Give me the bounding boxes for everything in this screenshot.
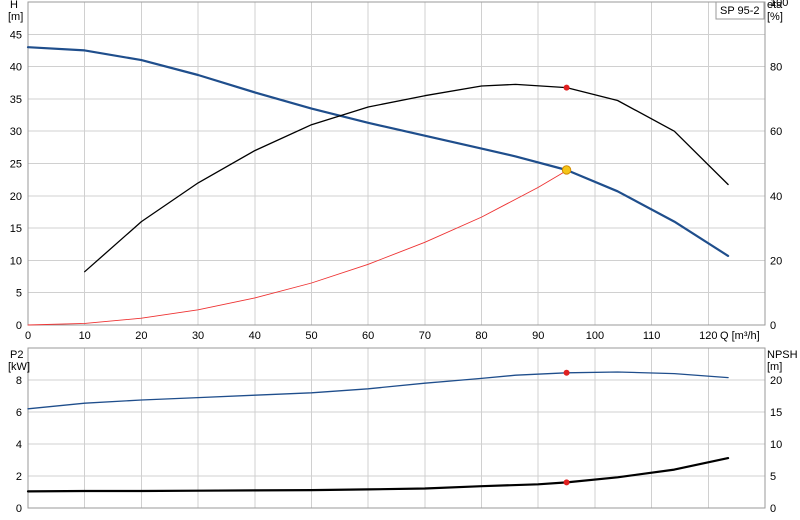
y-right-axis-label: NPSH	[767, 349, 798, 361]
y-right-tick-label: 10	[770, 439, 782, 451]
y-left-axis-label: P2	[10, 349, 23, 361]
x-tick-label: 90	[532, 330, 544, 342]
x-tick-label: 40	[249, 330, 261, 342]
x-tick-label: 70	[419, 330, 431, 342]
y-left-tick-label: 35	[10, 94, 22, 106]
head-curve	[26, 46, 730, 257]
efficiency-point-marker	[563, 84, 570, 91]
y-right-tick-label: 60	[770, 126, 782, 138]
y-right-tick-label: 40	[770, 191, 782, 203]
duty-point-marker	[561, 165, 572, 175]
x-tick-label: 20	[135, 330, 147, 342]
x-tick-label: 50	[305, 330, 317, 342]
y-left-tick-label: 20	[10, 191, 22, 203]
x-tick-label: 100	[586, 330, 604, 342]
y-right-tick-label: 5	[770, 471, 776, 483]
y-right-tick-label: 0	[770, 320, 776, 332]
y-left-tick-label: 0	[16, 320, 22, 332]
x-tick-label: 0	[25, 330, 31, 342]
power-point-marker	[563, 369, 570, 376]
y-right-axis-unit: [%]	[767, 11, 783, 23]
y-left-axis-label: H	[10, 0, 18, 11]
npsh-curve	[26, 457, 730, 493]
x-tick-label: 60	[362, 330, 374, 342]
y-right-tick-label: 15	[770, 407, 782, 419]
y-left-tick-label: 10	[10, 255, 22, 267]
y-right-tick-label: 20	[770, 375, 782, 387]
x-tick-label: 30	[192, 330, 204, 342]
y-left-tick-label: 0	[16, 503, 22, 515]
lower-panel: 0 2 4 6 8 0 5 10 15 20 P2[kW] NPSH[m]	[8, 347, 798, 515]
y-right-axis-unit: [m]	[767, 361, 782, 373]
y-left-tick-label: 5	[16, 288, 22, 300]
y-right-tick-label: 20	[770, 255, 782, 267]
y-right-axis-label: eta	[767, 0, 783, 11]
upper-panel: 051015202530354045020406080100H[m]eta[%]…	[8, 0, 788, 342]
y-left-tick-label: 8	[16, 375, 22, 387]
efficiency-curve	[84, 83, 729, 273]
chart-title: SP 95-2	[720, 5, 760, 17]
x-tick-label: 120	[699, 330, 717, 342]
npsh-point-marker	[563, 479, 570, 486]
y-left-tick-label: 40	[10, 62, 22, 74]
y-left-tick-label: 45	[10, 29, 22, 41]
chart-canvas: 051015202530354045020406080100H[m]eta[%]…	[8, 0, 798, 515]
system-curve	[27, 170, 568, 326]
y-left-tick-label: 4	[16, 439, 22, 451]
y-right-tick-label: 80	[770, 62, 782, 74]
y-left-tick-label: 30	[10, 126, 22, 138]
y-left-tick-label: 6	[16, 407, 22, 419]
x-tick-label: 110	[643, 330, 661, 342]
pump-curve-chart: 0 5 10 15 20 25 30 35 40 45 0 20 40 60 80 100 H [m] eta [%]…	[0, 0, 800, 520]
y-left-tick-label: 25	[10, 159, 22, 171]
y-left-axis-unit: [m]	[8, 11, 23, 23]
title-box: SP 95-2	[715, 1, 765, 20]
y-left-tick-label: 15	[10, 223, 22, 235]
y-left-axis-unit: [kW]	[8, 361, 30, 373]
x-axis-label: Q [m³/h]	[720, 330, 760, 342]
x-tick-label: 10	[79, 330, 91, 342]
x-tick-label: 80	[475, 330, 487, 342]
y-right-tick-label: 0	[770, 503, 776, 515]
power-curve	[27, 371, 729, 410]
plot-frame	[27, 347, 766, 509]
y-left-tick-label: 2	[16, 471, 22, 483]
